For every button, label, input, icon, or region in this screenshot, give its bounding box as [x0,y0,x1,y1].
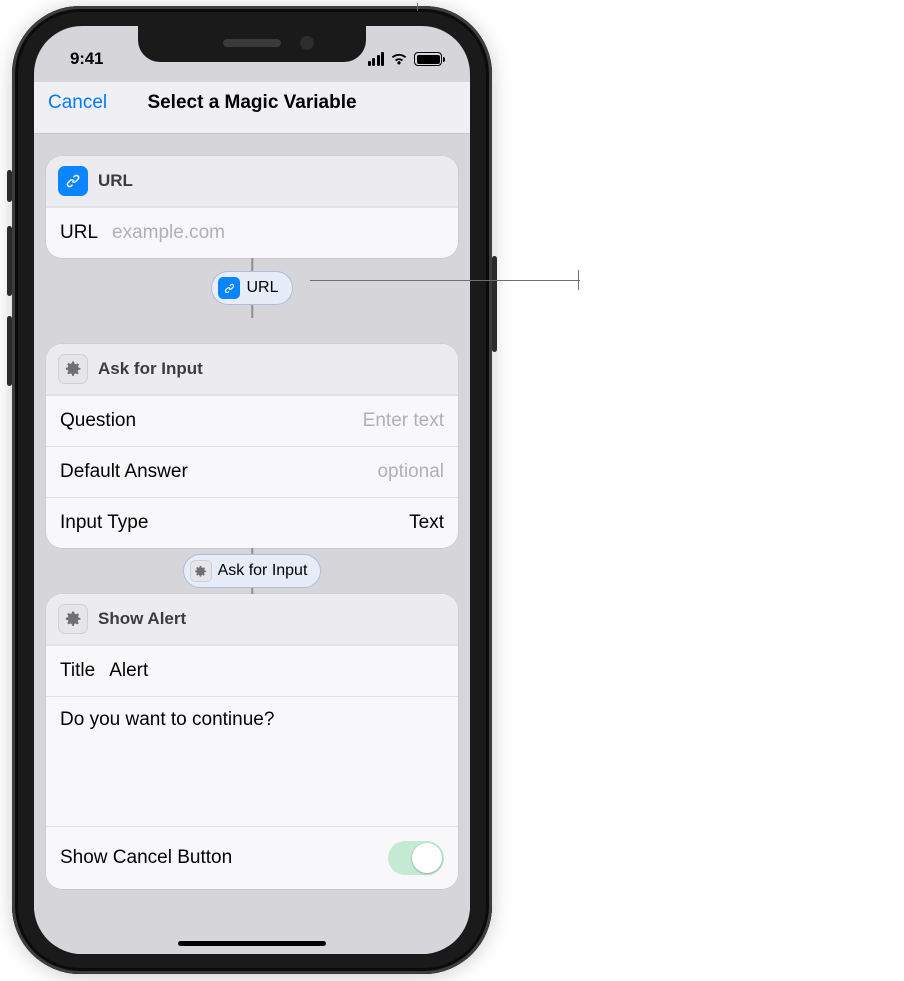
card-title: URL [98,171,133,191]
show-cancel-label: Show Cancel Button [60,847,388,869]
default-answer-row[interactable]: Default Answer optional [46,446,458,497]
cellular-signal-icon [368,52,385,66]
url-input[interactable]: example.com [112,222,444,244]
card-title: Show Alert [98,609,186,629]
default-answer-input[interactable]: optional [188,461,444,483]
battery-icon [414,52,442,66]
show-cancel-row[interactable]: Show Cancel Button [46,826,458,889]
show-cancel-toggle[interactable] [388,841,444,875]
status-time: 9:41 [60,49,103,69]
volume-down[interactable] [7,316,12,386]
home-indicator[interactable] [178,941,326,946]
alert-body-row[interactable]: Do you want to continue? [46,696,458,826]
power-button[interactable] [492,256,497,352]
notch [138,26,366,62]
alert-body-text[interactable]: Do you want to continue? [60,709,274,730]
gear-icon [190,560,212,582]
cancel-button[interactable]: Cancel [48,92,107,114]
nav-bar: Cancel Select a Magic Variable [34,82,470,134]
link-icon [218,277,240,299]
question-input[interactable]: Enter text [136,410,444,432]
gear-icon [58,604,88,634]
input-type-label: Input Type [60,512,148,534]
mute-switch[interactable] [7,170,12,202]
input-type-value: Text [148,512,444,534]
card-header-url: URL [46,156,458,207]
connector-ask: Ask for Input [34,548,470,594]
action-card-url[interactable]: URL URL example.com [46,156,458,258]
card-header-ask: Ask for Input [46,344,458,395]
magic-variable-pill-url[interactable]: URL [211,271,292,305]
wifi-icon [390,52,408,66]
link-icon [58,166,88,196]
card-title: Ask for Input [98,359,203,379]
pill-label: Ask for Input [218,562,308,580]
magic-variable-pill-ask[interactable]: Ask for Input [183,554,322,588]
input-type-row[interactable]: Input Type Text [46,497,458,548]
content-area: URL URL example.com URL [34,134,470,954]
alert-title-row[interactable]: Title Alert [46,645,458,696]
screen: 9:41 Cancel Select a Magic Variable [34,26,470,954]
alert-title-label: Title [60,660,95,682]
device-frame: 9:41 Cancel Select a Magic Variable [12,6,492,974]
question-row[interactable]: Question Enter text [46,395,458,446]
url-label: URL [60,222,98,244]
pill-label: URL [246,279,278,297]
connector-url: URL [34,258,470,318]
url-row[interactable]: URL example.com [46,207,458,258]
callout-end-tick [578,270,579,290]
action-card-ask[interactable]: Ask for Input Question Enter text Defaul… [46,344,458,548]
alert-title-value[interactable]: Alert [109,660,444,682]
callout-line [310,280,580,281]
volume-up[interactable] [7,226,12,296]
action-card-alert[interactable]: Show Alert Title Alert Do you want to co… [46,594,458,889]
callout-tick [417,3,418,11]
card-header-alert: Show Alert [46,594,458,645]
default-answer-label: Default Answer [60,461,188,483]
question-label: Question [60,410,136,432]
gear-icon [58,354,88,384]
